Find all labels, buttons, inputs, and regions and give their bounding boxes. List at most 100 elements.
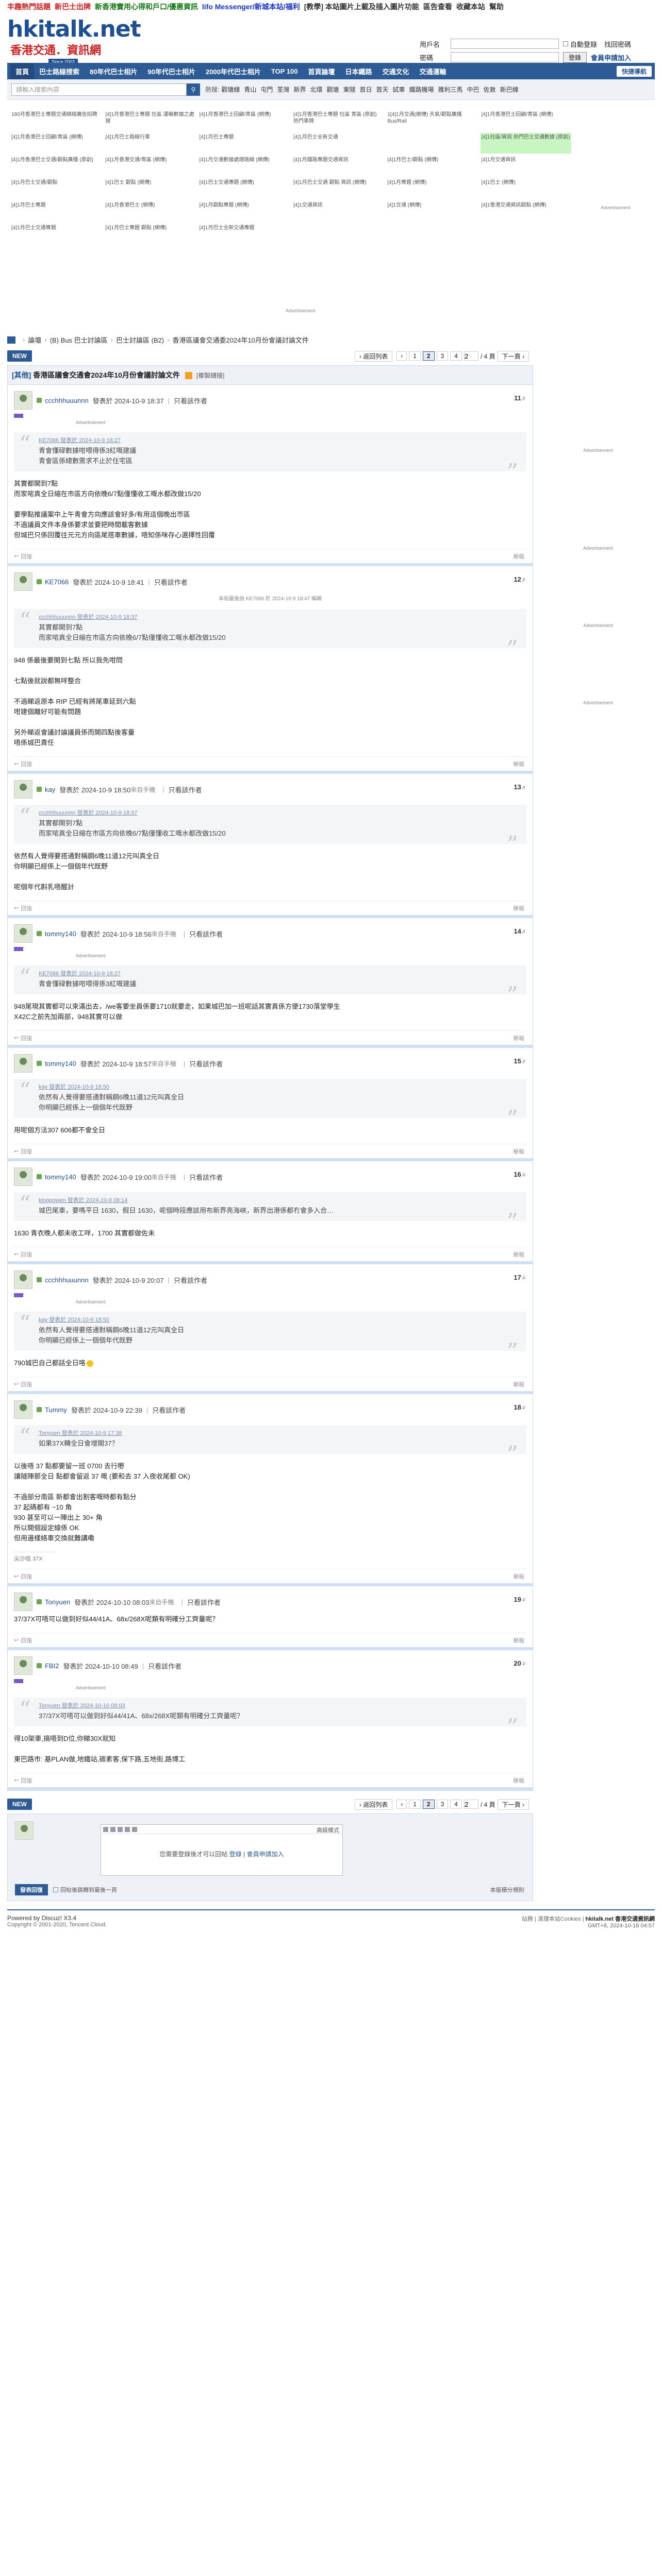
reply-link[interactable]: 回復 — [21, 552, 32, 561]
reply-icon[interactable]: ↩ — [14, 553, 19, 560]
editor-login-link[interactable]: 登錄 — [229, 1851, 242, 1858]
ad-link[interactable]: [4]1月巴士專題 觀點 (網傳) — [104, 224, 195, 244]
floor-number[interactable]: 13 # — [514, 783, 525, 791]
breadcrumb-item[interactable]: 論壇 — [28, 335, 41, 345]
page-link[interactable]: 4 — [450, 351, 462, 361]
ad-link[interactable]: 180月香港巴士專題交通網絡廣告招聘 — [10, 110, 101, 131]
hot-keyword-link[interactable]: 佐敦 — [484, 85, 496, 94]
nav-item[interactable]: TOP 100 — [266, 67, 303, 75]
color-icon[interactable] — [110, 1826, 115, 1832]
ad-link[interactable]: [4]1月香港巴士交通/觀點廣播 (原創) — [10, 156, 101, 176]
nav-item[interactable]: 交通運輸 — [415, 66, 452, 76]
floor-number[interactable]: 17 # — [514, 1274, 525, 1281]
ad-link[interactable]: [4]1月巴士交通 觀點 資訊 (網傳) — [292, 178, 383, 199]
ad-link[interactable] — [386, 133, 477, 154]
emoji-icon[interactable] — [132, 1826, 137, 1832]
quote-author[interactable]: ccchhhuuunnn 發表於 2024-10-9 18:37 — [39, 808, 495, 818]
ad-link[interactable]: [4]1月香港交通/青區 (網傳) — [104, 156, 195, 176]
avatar[interactable] — [14, 1167, 32, 1186]
post-author[interactable]: ccchhhuuunnn — [45, 397, 89, 404]
floor-number[interactable]: 18 # — [514, 1403, 525, 1411]
nav-item[interactable]: 2000年代巴士相片 — [201, 66, 266, 76]
floor-number[interactable]: 20 # — [514, 1659, 525, 1667]
reply-icon[interactable]: ↩ — [14, 1573, 19, 1580]
post-author[interactable]: kay — [45, 786, 55, 793]
ad-link[interactable]: [4]1月巴士專題 — [10, 201, 101, 222]
report-link[interactable]: 舉報 — [513, 1636, 524, 1645]
ad-link[interactable]: [4]1社區/資訊 熱門巴士交通數據 (原創) — [480, 133, 571, 154]
page-jump-input[interactable] — [464, 351, 478, 361]
ad-link[interactable]: 1[4]1月交通(網傳) 天氣/觀點廣播 Bus/Rail — [386, 110, 477, 131]
reply-icon[interactable]: ↩ — [14, 1251, 19, 1258]
ad-link[interactable]: [4]1月鐵路專題交通資訊 — [292, 156, 383, 176]
ad-link[interactable]: [4]1月交通數據處理路線 (網傳) — [198, 156, 289, 176]
avatar[interactable] — [14, 780, 32, 799]
avatar[interactable] — [14, 1054, 32, 1073]
post-author[interactable]: ccchhhuuunnn — [45, 1276, 89, 1284]
reply-icon[interactable]: ↩ — [14, 1148, 19, 1155]
next-page-button[interactable]: 下一頁 › — [497, 1799, 529, 1810]
report-link[interactable]: 舉報 — [513, 552, 524, 561]
nav-item[interactable]: 交通文化 — [377, 66, 414, 76]
ad-link[interactable]: [4]1巴士 觀點 (網傳) — [104, 178, 195, 199]
reply-link[interactable]: 回復 — [21, 1147, 32, 1156]
reply-icon[interactable]: ↩ — [14, 1777, 19, 1784]
ad-link[interactable]: [4]1月觀點專題 (網傳) — [198, 201, 289, 222]
hot-keyword-link[interactable]: 鐵路機場 — [409, 85, 434, 94]
reply-icon[interactable]: ↩ — [14, 760, 19, 767]
only-author-link[interactable]: 只看該作者 — [187, 1597, 221, 1607]
top-link[interactable]: [教學] 本站圖片上載及插入圖片功能 — [304, 3, 419, 11]
ad-link[interactable]: [4]1交通 (網傳) — [386, 201, 477, 222]
hot-keyword-link[interactable]: 首天 — [376, 85, 388, 94]
hot-keyword-link[interactable]: 試車 — [393, 85, 405, 94]
ad-link[interactable]: [4]1香港交通資訊觀點 (網傳) — [481, 201, 571, 222]
rss-icon[interactable] — [185, 372, 192, 380]
copy-link[interactable]: [複製鏈接] — [196, 372, 225, 379]
hot-keyword-link[interactable]: 中巴 — [467, 85, 479, 94]
ad-link[interactable]: [4]1月專題 (網傳) — [386, 178, 477, 199]
avatar[interactable] — [14, 1270, 32, 1289]
ad-link[interactable]: [4]1月香港巴士專題 社區 青區 (原創) 熱門車牌 — [292, 110, 383, 131]
top-link[interactable]: 收藏本站 — [456, 3, 485, 11]
hot-keyword-link[interactable]: 觀塘 — [326, 85, 339, 94]
post-author[interactable]: FBI2 — [45, 1662, 59, 1670]
search-button[interactable]: ⚲ — [187, 83, 200, 96]
hot-keyword-link[interactable]: 屯門 — [260, 85, 273, 94]
report-link[interactable]: 舉報 — [513, 904, 524, 912]
post-author[interactable]: tommy140 — [45, 930, 76, 938]
top-link[interactable]: 新香港實用心得和戶口/優惠資訊 — [95, 3, 198, 11]
ad-link[interactable]: [4]1月巴士全新交通 — [292, 133, 383, 154]
home-icon[interactable] — [7, 336, 15, 344]
ad-link[interactable]: [4]1巴士 (網傳) — [481, 178, 571, 199]
register-link[interactable]: 會員申請加入 — [591, 53, 631, 62]
report-link[interactable]: 舉報 — [513, 1776, 524, 1785]
reply-button[interactable]: 發表回復 — [15, 1884, 48, 1895]
avatar[interactable] — [14, 1656, 32, 1675]
reply-link[interactable]: 回復 — [21, 760, 32, 768]
hot-keyword-link[interactable]: 新界 — [293, 85, 306, 94]
only-author-link[interactable]: 只看該作者 — [169, 785, 202, 794]
reply-editor[interactable]: 高級模式 您需要登錄後才可以回帖 登錄 | 會員申請加入 — [101, 1824, 343, 1876]
breadcrumb-item[interactable]: (B) Bus 巴士討論區 — [50, 335, 108, 345]
back-to-list-button[interactable]: ‹ 返回列表 — [354, 1799, 393, 1810]
image-icon[interactable] — [125, 1826, 130, 1832]
avatar[interactable] — [14, 572, 32, 591]
quote-author[interactable]: KE7066 發表於 2024-10-9 18:27 — [39, 969, 495, 979]
floor-number[interactable]: 15 # — [514, 1057, 525, 1065]
page-link[interactable]: 1 — [409, 351, 421, 361]
hot-keyword-link[interactable]: 東隧 — [343, 85, 355, 94]
reply-link[interactable]: 回復 — [21, 1034, 32, 1042]
ad-link[interactable]: [4]1月巴士專題 — [198, 133, 289, 154]
ad-link[interactable]: [4]1月香港巴士回顧/青區 (網傳) — [481, 110, 571, 131]
page-jump-input[interactable] — [464, 1800, 478, 1809]
only-author-link[interactable]: 只看該作者 — [154, 577, 188, 587]
ad-link[interactable]: [4]1巴士交通專題 (網傳) — [198, 178, 289, 199]
password-input[interactable] — [450, 52, 559, 62]
only-author-link[interactable]: 只看該作者 — [189, 1172, 223, 1182]
quote-author[interactable]: KE7066 發表於 2024-10-9 18:27 — [39, 435, 495, 446]
ad-link[interactable]: [4]1月巴士交通專題 — [10, 224, 101, 244]
hot-keyword-link[interactable]: 荃灣 — [277, 85, 289, 94]
post-author[interactable]: Tummy — [45, 1406, 67, 1414]
ad-link[interactable]: [4]1月巴士全新交通專題 — [198, 224, 289, 244]
quote-author[interactable]: kay 發表於 2024-10-9 18:50 — [39, 1082, 495, 1092]
